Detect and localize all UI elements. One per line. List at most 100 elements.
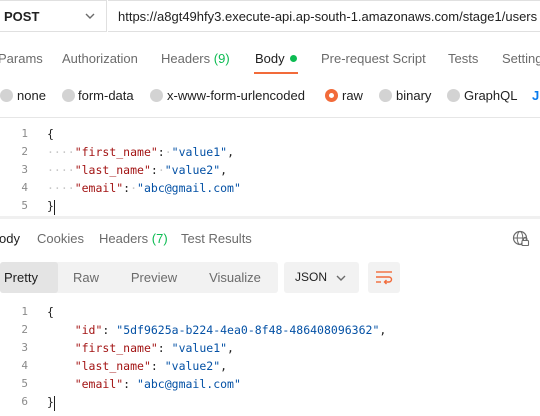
text-cursor	[54, 396, 55, 411]
radio-form-data[interactable]	[62, 89, 75, 102]
line-number: 6	[21, 395, 28, 408]
tab-body-label: Body	[255, 51, 285, 66]
radio-graphql[interactable]	[447, 89, 460, 102]
tab-settings-label: Setting	[502, 51, 540, 66]
radio-raw-label[interactable]: raw	[342, 88, 363, 103]
tab-settings[interactable]: Setting	[502, 51, 540, 66]
radio-raw[interactable]	[325, 89, 338, 102]
close-brace: }	[47, 199, 54, 213]
line-number: 2	[21, 323, 28, 336]
line-number: 5	[21, 377, 28, 390]
url-text: https://a8gt49hfy3.execute-api.ap-south-…	[118, 8, 538, 24]
radio-binary[interactable]	[379, 89, 392, 102]
wrap-lines-button[interactable]	[368, 262, 400, 293]
chevron-down-icon	[85, 13, 95, 19]
open-brace: {	[47, 127, 54, 141]
json-value: "value1"	[171, 341, 228, 355]
line-number: 5	[21, 199, 28, 212]
radio-urlencoded[interactable]	[150, 89, 163, 102]
json-value: "5df9625a-b224-4ea0-8f48-486408096362"	[116, 323, 380, 337]
url-input[interactable]: https://a8gt49hfy3.execute-api.ap-south-…	[108, 0, 540, 32]
code-line: "last_name": "value2",	[74, 359, 228, 373]
wrap-lines-icon	[376, 271, 393, 285]
view-raw-button[interactable]: Raw	[58, 262, 114, 293]
view-pretty-button[interactable]: Pretty	[0, 262, 58, 293]
tab-body[interactable]: Body	[255, 51, 297, 66]
code-line: "first_name": "value1",	[74, 341, 234, 355]
body-active-dot-icon	[289, 55, 297, 62]
json-key: "first_name"	[74, 145, 158, 159]
tab-authorization-label: Authorization	[62, 51, 138, 66]
tab-pre-request-script[interactable]: Pre-request Script	[321, 51, 426, 66]
request-url-bar: POST https://a8gt49hfy3.execute-api.ap-s…	[0, 0, 540, 32]
globe-lock-icon[interactable]	[512, 230, 530, 248]
response-tabs: ody Cookies Headers (7) Test Results	[0, 228, 540, 250]
radio-none-label[interactable]: none	[17, 88, 46, 103]
tab-authorization[interactable]: Authorization	[62, 51, 138, 66]
json-key: "email"	[74, 181, 124, 195]
body-editor-top-divider	[0, 117, 540, 118]
radio-binary-label[interactable]: binary	[396, 88, 431, 103]
line-number: 3	[21, 163, 28, 176]
line-number: 1	[21, 305, 28, 318]
active-tab-indicator	[254, 72, 298, 74]
radio-urlencoded-label[interactable]: x-www-form-urlencoded	[167, 88, 305, 103]
line-number: 3	[21, 341, 28, 354]
code-line: "email": "abc@gmail.com"	[74, 377, 241, 391]
language-dropdown[interactable]: J	[532, 88, 539, 103]
close-brace: }	[47, 395, 54, 409]
json-separator: ,	[227, 145, 234, 159]
method-label: POST	[4, 8, 40, 24]
tab-response-headers-count: (7)	[151, 231, 168, 246]
tab-params[interactable]: Params	[0, 51, 43, 66]
tab-headers-label: Headers	[161, 51, 211, 66]
code-line: ····"email":·"abc@gmail.com"	[47, 181, 241, 195]
json-value: "value1"	[171, 145, 228, 159]
json-value: "abc@gmail.com"	[137, 181, 241, 195]
view-preview-button[interactable]: Preview	[118, 262, 190, 293]
format-label: JSON	[295, 270, 328, 284]
json-key: "id"	[74, 323, 103, 337]
body-type-options: none form-data x-www-form-urlencoded raw…	[0, 86, 540, 106]
tab-tests-label: Tests	[448, 51, 479, 66]
tab-headers[interactable]: Headers (9)	[161, 51, 230, 66]
tab-response-body[interactable]: ody	[0, 231, 20, 246]
radio-form-data-label[interactable]: form-data	[78, 88, 134, 103]
method-select[interactable]: POST	[0, 0, 107, 32]
line-number: 4	[21, 359, 28, 372]
json-separator: ,	[220, 163, 228, 177]
line-number: 4	[21, 181, 28, 194]
code-line: }	[47, 199, 54, 217]
json-key: "last_name"	[74, 359, 151, 373]
radio-graphql-label[interactable]: GraphQL	[464, 88, 517, 103]
json-value: "abc@gmail.com"	[137, 377, 241, 391]
format-select[interactable]: JSON	[284, 262, 359, 293]
tab-cookies[interactable]: Cookies	[37, 231, 84, 246]
view-visualize-button[interactable]: Visualize	[196, 262, 274, 293]
json-value: "value2"	[164, 163, 221, 177]
open-brace: {	[47, 305, 54, 319]
code-line: ····"last_name":·"value2",	[47, 163, 228, 177]
json-value: "value2"	[164, 359, 221, 373]
line-number: 1	[21, 127, 28, 140]
view-mode-group: Pretty Raw Preview Visualize	[0, 262, 278, 293]
tab-tests[interactable]: Tests	[448, 51, 478, 66]
tab-test-results[interactable]: Test Results	[181, 231, 252, 246]
code-line: {	[47, 127, 54, 145]
radio-none[interactable]	[0, 89, 13, 102]
json-separator: ,	[220, 359, 228, 373]
code-line: }	[47, 395, 54, 413]
json-separator: ,	[379, 323, 387, 337]
text-cursor	[54, 200, 55, 215]
response-view-toolbar: Pretty Raw Preview Visualize JSON	[0, 262, 540, 294]
code-line: {	[47, 305, 54, 323]
chevron-down-icon	[336, 275, 346, 281]
tab-headers-count: (9)	[213, 51, 230, 66]
tab-response-headers[interactable]: Headers (7)	[99, 231, 168, 246]
code-line: "id": "5df9625a-b224-4ea0-8f48-486408096…	[74, 323, 387, 337]
tab-pre-request-script-label: Pre-request Script	[321, 51, 426, 66]
json-separator: ,	[227, 341, 234, 355]
request-tabs: Params Authorization Headers (9) Body Pr…	[0, 46, 540, 74]
line-number: 2	[21, 145, 28, 158]
pane-resize-handle[interactable]	[0, 216, 540, 219]
